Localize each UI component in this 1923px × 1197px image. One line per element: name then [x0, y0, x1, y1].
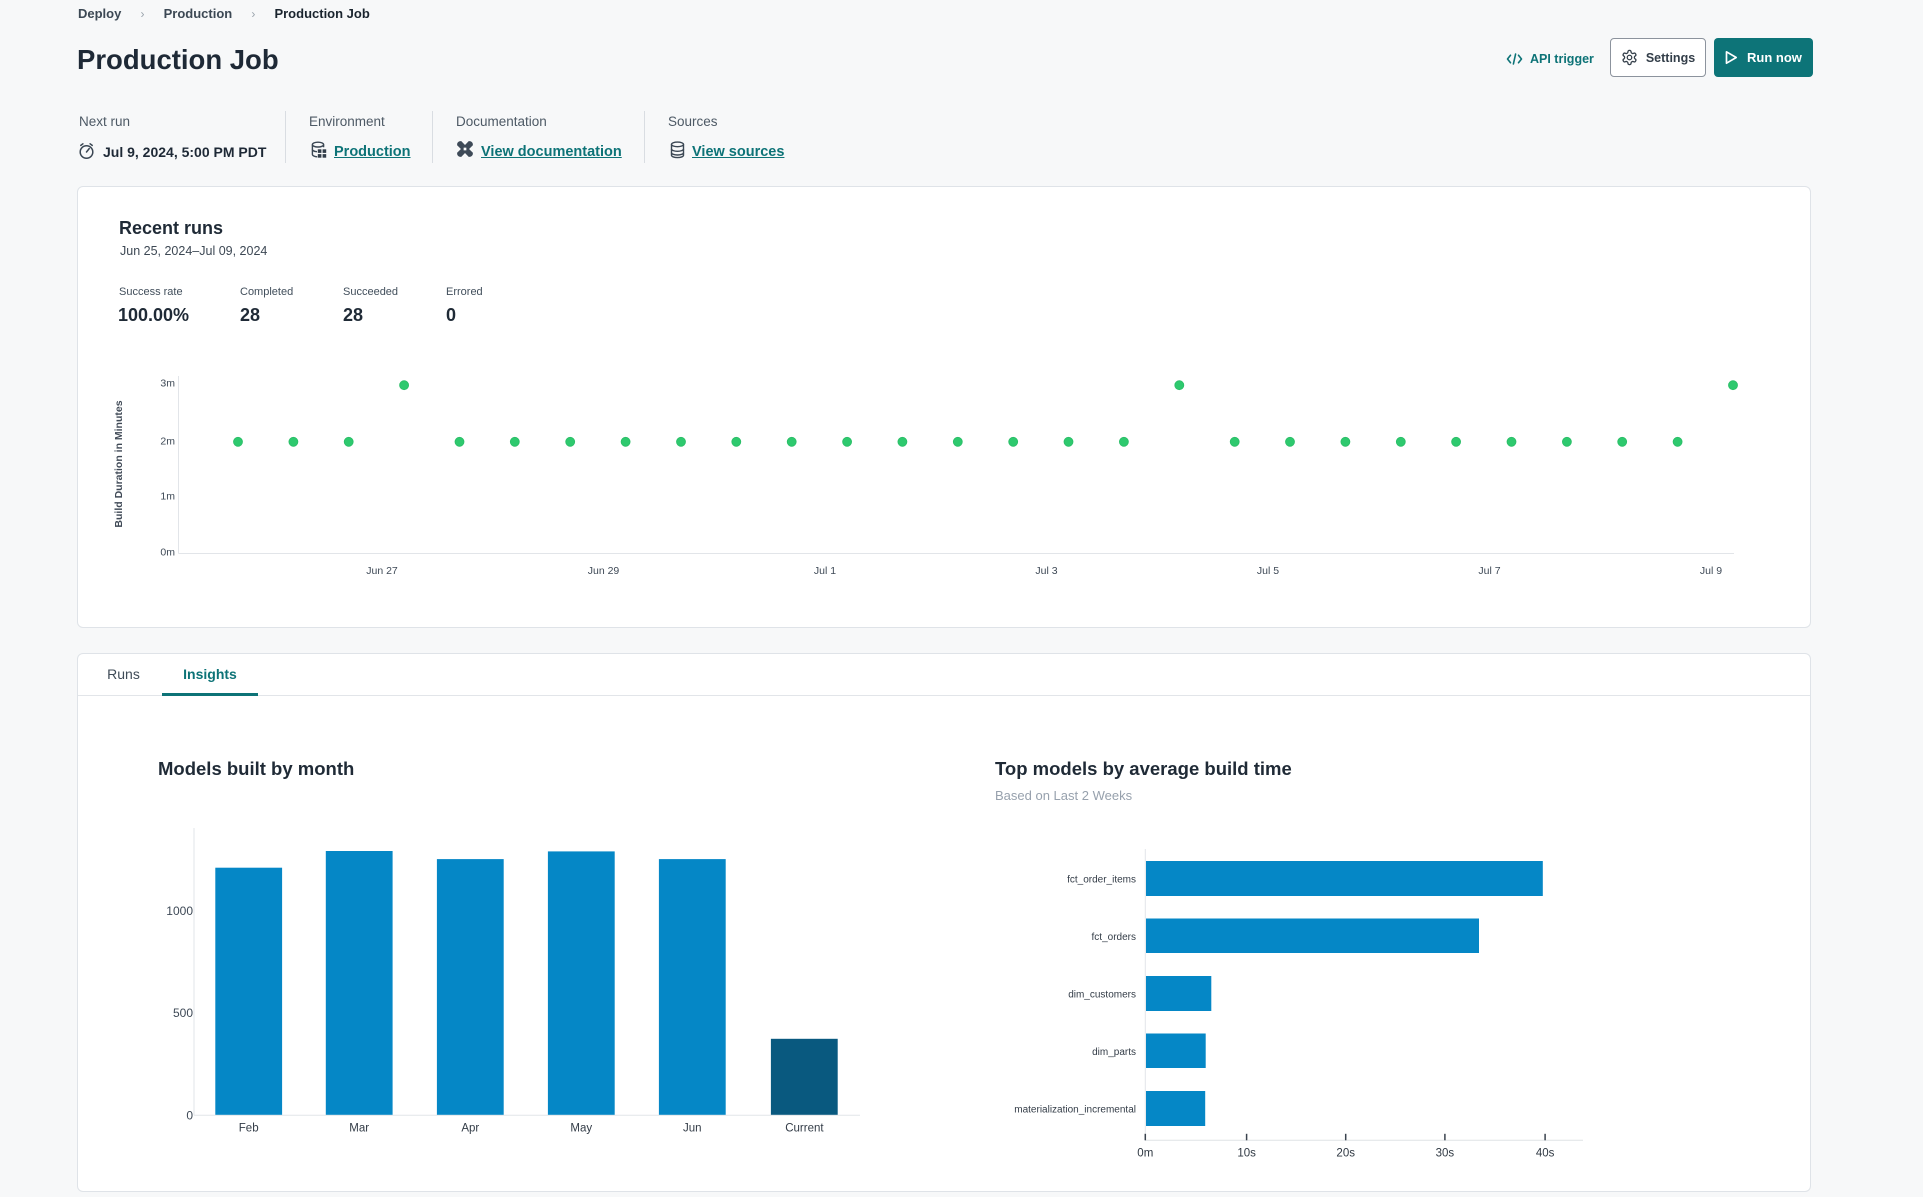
- svg-text:10s: 10s: [1237, 1148, 1256, 1160]
- svg-text:May: May: [570, 1123, 592, 1135]
- svg-text:fct_order_items: fct_order_items: [1067, 875, 1136, 886]
- svg-text:Jul 5: Jul 5: [1257, 565, 1279, 577]
- svg-text:1000: 1000: [166, 904, 193, 918]
- svg-text:1m: 1m: [160, 490, 175, 502]
- svg-text:20s: 20s: [1336, 1148, 1355, 1160]
- svg-text:Jul 9: Jul 9: [1700, 565, 1722, 577]
- svg-text:Build Duration in Minutes: Build Duration in Minutes: [113, 400, 125, 527]
- svg-text:40s: 40s: [1536, 1148, 1555, 1160]
- svg-text:30s: 30s: [1436, 1148, 1455, 1160]
- svg-text:500: 500: [173, 1006, 193, 1020]
- svg-text:Jun 27: Jun 27: [366, 565, 398, 577]
- svg-text:2m: 2m: [160, 435, 175, 447]
- svg-text:0m: 0m: [160, 547, 175, 559]
- svg-text:0: 0: [186, 1109, 193, 1123]
- svg-text:Mar: Mar: [349, 1123, 369, 1135]
- svg-text:Jun 29: Jun 29: [588, 565, 620, 577]
- svg-text:Feb: Feb: [239, 1123, 259, 1135]
- svg-text:Jul 1: Jul 1: [814, 565, 836, 577]
- svg-text:Current: Current: [785, 1123, 824, 1135]
- svg-text:fct_orders: fct_orders: [1092, 932, 1136, 943]
- svg-text:0m: 0m: [1137, 1148, 1153, 1160]
- svg-text:3m: 3m: [160, 378, 175, 390]
- svg-text:materialization_incremental: materialization_incremental: [1014, 1105, 1136, 1116]
- svg-text:Jul 3: Jul 3: [1035, 565, 1057, 577]
- svg-text:Jul 7: Jul 7: [1478, 565, 1500, 577]
- svg-text:dim_customers: dim_customers: [1068, 990, 1136, 1001]
- svg-text:Apr: Apr: [461, 1123, 479, 1135]
- svg-text:Jun: Jun: [683, 1123, 702, 1135]
- svg-text:dim_parts: dim_parts: [1092, 1047, 1136, 1058]
